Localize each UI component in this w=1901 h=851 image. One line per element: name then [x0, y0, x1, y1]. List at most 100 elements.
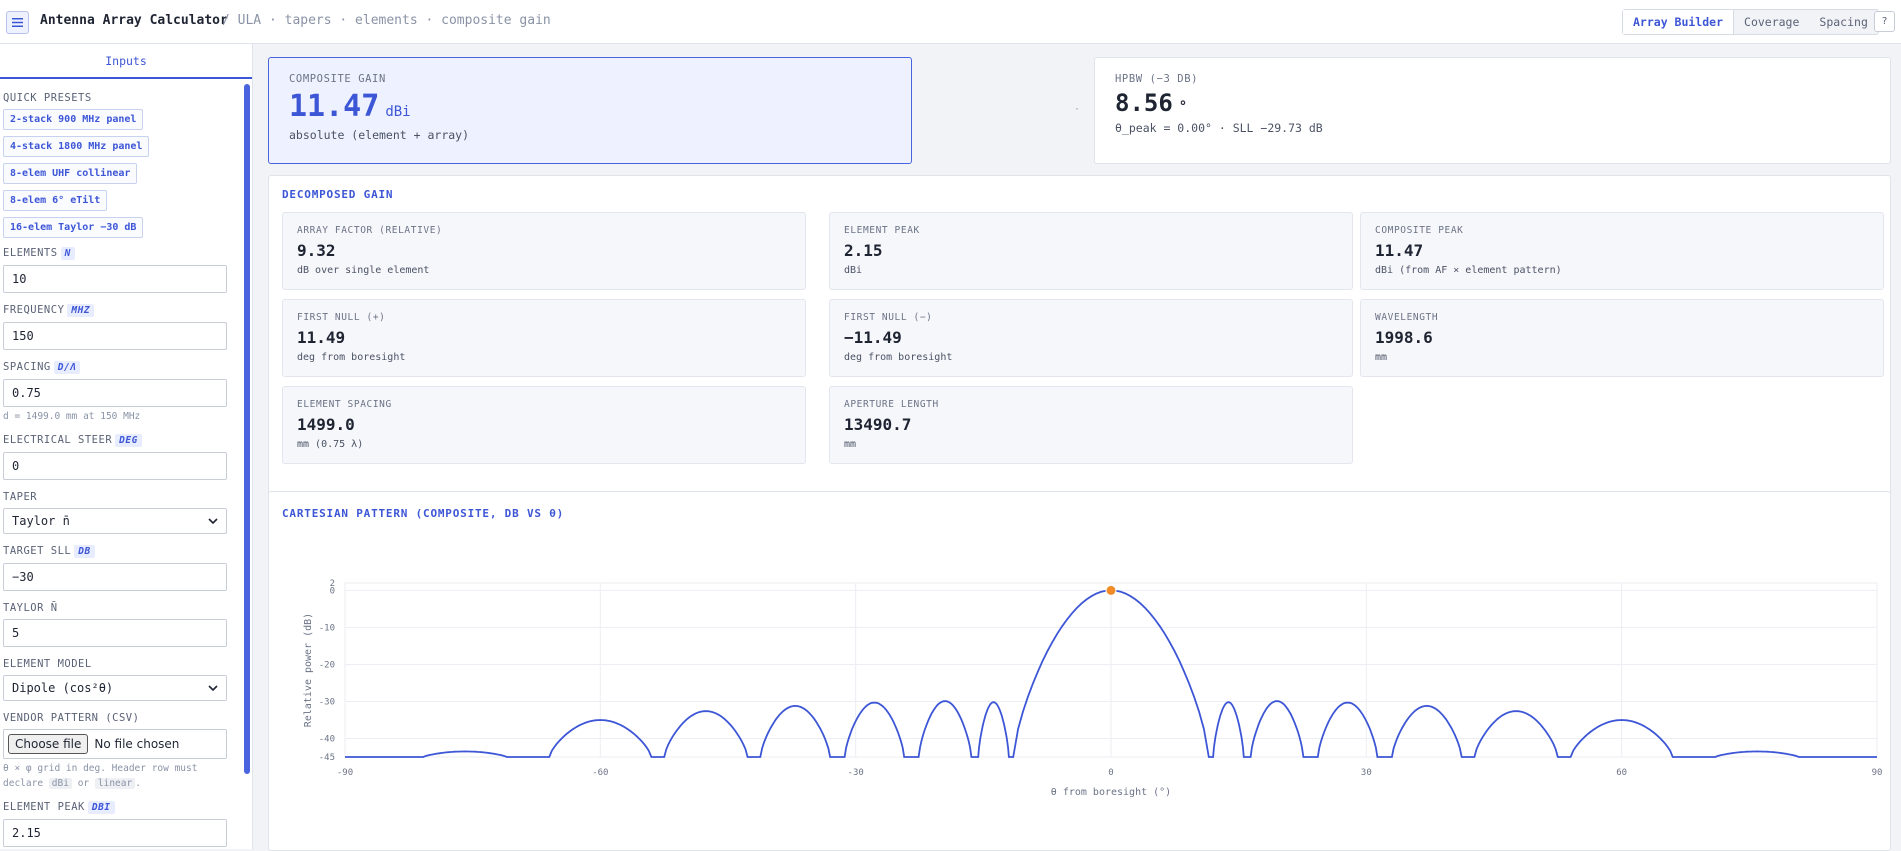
hamburger-icon[interactable] — [6, 11, 29, 34]
tile-value: 9.32 — [297, 241, 336, 260]
y-tick-label: -45 — [319, 753, 335, 763]
y-tick-label: -10 — [319, 623, 335, 633]
x-tick-label: 90 — [1872, 768, 1883, 778]
target-sll-unit: DB — [74, 545, 95, 558]
composite-gain-sub: absolute (element + array) — [289, 128, 470, 142]
tile-sub: deg from boresight — [844, 352, 953, 363]
y-tick-label: 0 — [330, 586, 335, 596]
taper-select[interactable]: Taylor n̄ — [3, 508, 227, 534]
code-linear: linear — [94, 778, 136, 789]
tab-spacing[interactable]: Spacing — [1809, 10, 1877, 34]
tile-label: ARRAY FACTOR (RELATIVE) — [297, 225, 443, 236]
breadcrumb: / ULA · tapers · elements · composite ga… — [222, 13, 551, 28]
x-tick-label: 0 — [1108, 768, 1113, 778]
vendor-hint-end: . — [135, 778, 141, 789]
tab-coverage[interactable]: Coverage — [1734, 10, 1809, 34]
tile-element-spacing: ELEMENT SPACING 1499.0 mm (0.75 λ) — [282, 386, 806, 464]
tile-sub: mm (0.75 λ) — [297, 439, 364, 450]
frequency-unit: MHZ — [67, 304, 95, 317]
tile-label: APERTURE LENGTH — [844, 399, 939, 410]
composite-gain-label: COMPOSITE GAIN — [289, 73, 386, 85]
y-axis-label: Relative power (dB) — [303, 613, 314, 727]
file-status: No file chosen — [94, 737, 180, 751]
tile-sub: dBi (from AF × element pattern) — [1375, 265, 1562, 276]
spacing-label-text: SPACING — [3, 361, 51, 373]
peak-marker — [1105, 584, 1117, 596]
spacing-label: SPACING D/Λ — [3, 361, 227, 374]
presets-label: QUICK PRESETS — [3, 92, 92, 104]
element-peak-input[interactable]: 2.15 — [3, 819, 227, 847]
sidebar-scrollbar[interactable] — [244, 84, 250, 774]
summary-separator: · — [1074, 104, 1081, 115]
composite-gain-unit: dBi — [385, 104, 411, 120]
hpbw-label: HPBW (−3 DB) — [1115, 73, 1199, 85]
tile-sub: mm — [844, 439, 857, 450]
chevron-down-icon — [208, 685, 218, 691]
tile-value: 11.47 — [1375, 241, 1424, 260]
tile-aperture-length: APERTURE LENGTH 13490.7 mm — [829, 386, 1353, 464]
element-peak-unit: DBI — [87, 801, 115, 814]
vendor-file-input[interactable]: Choose file No file chosen — [3, 729, 227, 759]
tile-value: −11.49 — [844, 328, 902, 347]
hpbw-sub: θ_peak = 0.00° · SLL −29.73 dB — [1115, 121, 1323, 135]
decomposed-gain-title: DECOMPOSED GAIN — [282, 188, 394, 201]
composite-gain-value-row: 11.47 dBi — [289, 89, 891, 124]
choose-file-button[interactable]: Choose file — [8, 734, 89, 754]
view-tabs: Array Builder Coverage Spacing — [1622, 9, 1879, 35]
vendor-hint-or: or — [77, 778, 90, 789]
elements-label: ELEMENTS N — [3, 247, 227, 260]
composite-gain-card: COMPOSITE GAIN 11.47 dBi absolute (elemen… — [268, 57, 912, 164]
hpbw-unit: ° — [1178, 99, 1188, 115]
spacing-input[interactable]: 0.75 — [3, 379, 227, 407]
hpbw-card: HPBW (−3 DB) 8.56 ° θ_peak = 0.00° · SLL … — [1094, 57, 1891, 164]
element-model-select[interactable]: Dipole (cos²θ) — [3, 675, 227, 701]
inputs-sidebar: Inputs QUICK PRESETS 2-stack 900 MHz pan… — [0, 44, 253, 849]
spacing-unit: D/Λ — [53, 361, 81, 374]
steer-input[interactable]: 0 — [3, 452, 227, 480]
elements-label-text: ELEMENTS — [3, 247, 58, 259]
tab-array-builder[interactable]: Array Builder — [1623, 10, 1735, 34]
tile-array-factor: ARRAY FACTOR (RELATIVE) 9.32 dB over singl… — [282, 212, 806, 290]
frequency-label-text: FREQUENCY — [3, 304, 65, 316]
taylor-nbar-input[interactable]: 5 — [3, 619, 227, 647]
taper-value: Taylor n̄ — [12, 514, 70, 528]
taper-label: TAPER — [3, 491, 38, 503]
preset-button[interactable]: 8-elem 6° eTilt — [3, 190, 108, 211]
taylor-nbar-label: TAYLOR N̄ — [3, 602, 58, 614]
preset-button[interactable]: 4-stack 1800 MHz panel — [3, 136, 150, 157]
tile-label: COMPOSITE PEAK — [1375, 225, 1464, 236]
tile-wavelength: WAVELENGTH 1998.6 mm — [1360, 299, 1884, 377]
app-title: Antenna Array Calculator — [40, 13, 228, 28]
tile-composite-peak: COMPOSITE PEAK 11.47 dBi (from AF × elemen… — [1360, 212, 1884, 290]
main-panel: COMPOSITE GAIN 11.47 dBi absolute (elemen… — [254, 44, 1901, 851]
frequency-input[interactable]: 150 — [3, 322, 227, 350]
elements-input[interactable]: 10 — [3, 265, 227, 293]
tab-inputs[interactable]: Inputs — [0, 44, 252, 79]
element-model-label: ELEMENT MODEL — [3, 658, 92, 670]
decomposed-gain-card: DECOMPOSED GAIN ARRAY FACTOR (RELATIVE) 9… — [268, 175, 1891, 525]
tile-first-null-plus: FIRST NULL (+) 11.49 deg from boresight — [282, 299, 806, 377]
steer-label: ELECTRICAL STEER DEG — [3, 434, 227, 447]
x-tick-label: -90 — [337, 768, 353, 778]
preset-button[interactable]: 2-stack 900 MHz panel — [3, 109, 144, 130]
x-axis-label: θ from boresight (°) — [1051, 787, 1171, 798]
tile-value: 11.49 — [297, 328, 346, 347]
tile-value: 1499.0 — [297, 415, 355, 434]
elements-unit: N — [60, 247, 75, 260]
target-sll-label: TARGET SLL DB — [3, 545, 227, 558]
x-tick-label: -60 — [592, 768, 608, 778]
y-tick-label: -20 — [319, 660, 335, 670]
preset-button[interactable]: 16-elem Taylor −30 dB — [3, 217, 144, 238]
target-sll-input[interactable]: −30 — [3, 563, 227, 591]
tile-sub: dBi — [844, 265, 863, 276]
hpbw-value-row: 8.56 ° — [1115, 89, 1870, 117]
tile-sub: mm — [1375, 352, 1388, 363]
sidebar-body: QUICK PRESETS 2-stack 900 MHz panel 4-st… — [3, 92, 227, 849]
spacing-hint: d = 1499.0 mm at 150 MHz — [3, 411, 141, 422]
x-tick-label: 60 — [1616, 768, 1627, 778]
question-icon[interactable]: ? — [1874, 11, 1895, 32]
preset-button[interactable]: 8-elem UHF collinear — [3, 163, 138, 184]
x-tick-label: -30 — [848, 768, 864, 778]
tile-label: FIRST NULL (+) — [297, 312, 386, 323]
frequency-label: FREQUENCY MHZ — [3, 304, 227, 317]
